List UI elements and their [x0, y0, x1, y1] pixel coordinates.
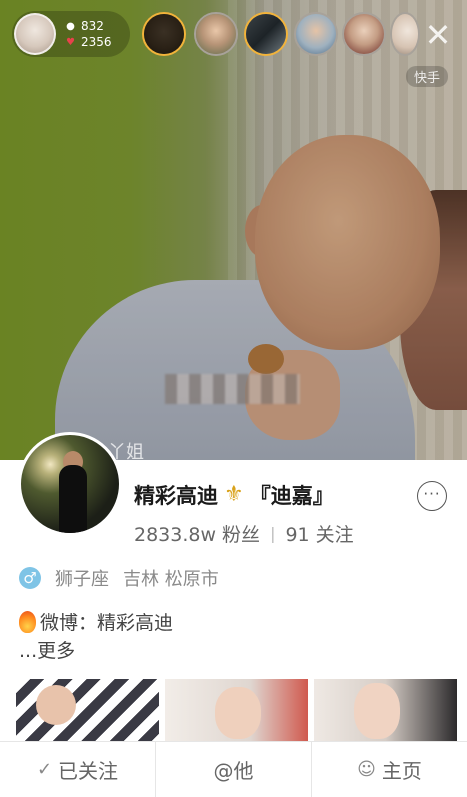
- viewer-avatar-3[interactable]: [244, 12, 288, 56]
- blurred-region: [165, 374, 300, 404]
- following-count[interactable]: 91 关注: [285, 520, 353, 547]
- profile-badge-text: 『迪嘉』: [249, 484, 334, 508]
- weibo-label: 微博：精彩高迪: [40, 612, 174, 634]
- followed-button[interactable]: ✓ 已关注: [0, 742, 155, 797]
- fleur-de-lis-icon: ⚜: [224, 482, 244, 507]
- profile-counts: 2833.8w 粉丝 | 91 关注: [134, 520, 354, 547]
- viewer-avatar-4-image: [296, 14, 336, 54]
- viewer-avatar-5[interactable]: [342, 12, 386, 56]
- viewer-avatar-6-image: [392, 14, 418, 54]
- profile-avatar-figure: [59, 465, 87, 533]
- close-icon[interactable]: ✕: [418, 15, 458, 55]
- profile-tags: ♂ 狮子座 吉林 松原市: [19, 565, 219, 591]
- viewer-avatar-6[interactable]: [390, 12, 420, 56]
- zodiac-tag: 狮子座: [55, 569, 109, 590]
- profile-name-row: 精彩高迪 ⚜ 『迪嘉』: [134, 480, 334, 510]
- viewer-avatar-1[interactable]: [142, 12, 186, 56]
- followers-count[interactable]: 2833.8w 粉丝: [134, 520, 260, 547]
- photo-thumbnail[interactable]: [165, 679, 308, 743]
- likes-count: 2356: [81, 35, 112, 49]
- viewer-avatar-2[interactable]: [194, 12, 238, 56]
- more-link[interactable]: ...更多: [19, 636, 75, 663]
- viewer-avatar-5-image: [344, 14, 384, 54]
- mention-label: @他: [213, 759, 254, 783]
- kuaishou-watermark: 快手: [406, 66, 449, 87]
- viewer-avatar-3-image: [246, 14, 286, 54]
- likes-stat: ♥ 2356: [65, 35, 112, 49]
- host-stats: ● 832 ♥ 2356: [65, 19, 112, 49]
- viewers-stat: ● 832: [65, 19, 112, 33]
- home-button[interactable]: ☺ 主页: [311, 742, 467, 797]
- photo-strip: [16, 679, 457, 743]
- counts-divider: |: [270, 524, 276, 543]
- fire-icon: [19, 610, 36, 633]
- mention-button[interactable]: @他: [155, 742, 311, 797]
- host-avatar[interactable]: [14, 13, 56, 55]
- check-icon: ✓: [36, 759, 53, 780]
- location-tag: 吉林 松原市: [123, 569, 219, 590]
- weibo-row[interactable]: 微博：精彩高迪: [19, 608, 173, 635]
- viewer-avatar-2-image: [196, 14, 236, 54]
- viewers-count: 832: [81, 19, 104, 33]
- host-info-pill[interactable]: ● 832 ♥ 2356: [12, 11, 130, 57]
- viewer-avatar-1-image: [144, 14, 184, 54]
- male-icon: ♂: [19, 567, 41, 589]
- person-icon: ☺: [357, 759, 376, 780]
- profile-avatar[interactable]: [18, 432, 122, 536]
- person-icon: ●: [66, 20, 75, 32]
- profile-name: 精彩高迪: [134, 484, 218, 508]
- action-bar: ✓ 已关注 @他 ☺ 主页: [0, 741, 467, 797]
- viewer-avatar-4[interactable]: [294, 12, 338, 56]
- live-video-stage[interactable]: [0, 0, 467, 460]
- photo-thumbnail[interactable]: [16, 679, 159, 743]
- home-label: 主页: [381, 759, 422, 783]
- heart-icon: ♥: [66, 36, 75, 48]
- photo-thumbnail[interactable]: [314, 679, 457, 743]
- followed-label: 已关注: [58, 759, 119, 783]
- more-options-button[interactable]: ···: [417, 481, 447, 511]
